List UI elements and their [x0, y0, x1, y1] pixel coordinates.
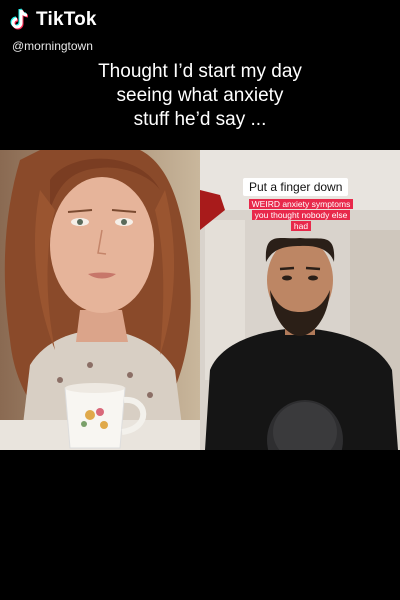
overlay-subtitle-line: had [290, 221, 312, 231]
caption-line: stuff he’d say ... [133, 109, 267, 130]
tiktok-note-icon [10, 8, 29, 30]
caption-line: Thought I’d start my day [98, 61, 302, 82]
tiktok-brand: TikTok [10, 8, 97, 32]
video-caption: Thought I’d start my day seeing what anx… [0, 60, 400, 132]
left-video-panel[interactable] [0, 150, 200, 450]
left-video-frame [0, 150, 200, 450]
overlay-subtitle: WEIRD anxiety symptoms you thought nobod… [241, 199, 361, 232]
overlay-subtitle-line: you thought nobody else [251, 210, 351, 220]
brand-name: TikTok [36, 9, 97, 30]
creator-handle[interactable]: @morningtown [12, 39, 93, 53]
caption-line: seeing what anxiety [116, 85, 284, 106]
overlay-subtitle-line: WEIRD anxiety symptoms [248, 199, 354, 209]
overlay-title: Put a finger down [243, 178, 349, 196]
